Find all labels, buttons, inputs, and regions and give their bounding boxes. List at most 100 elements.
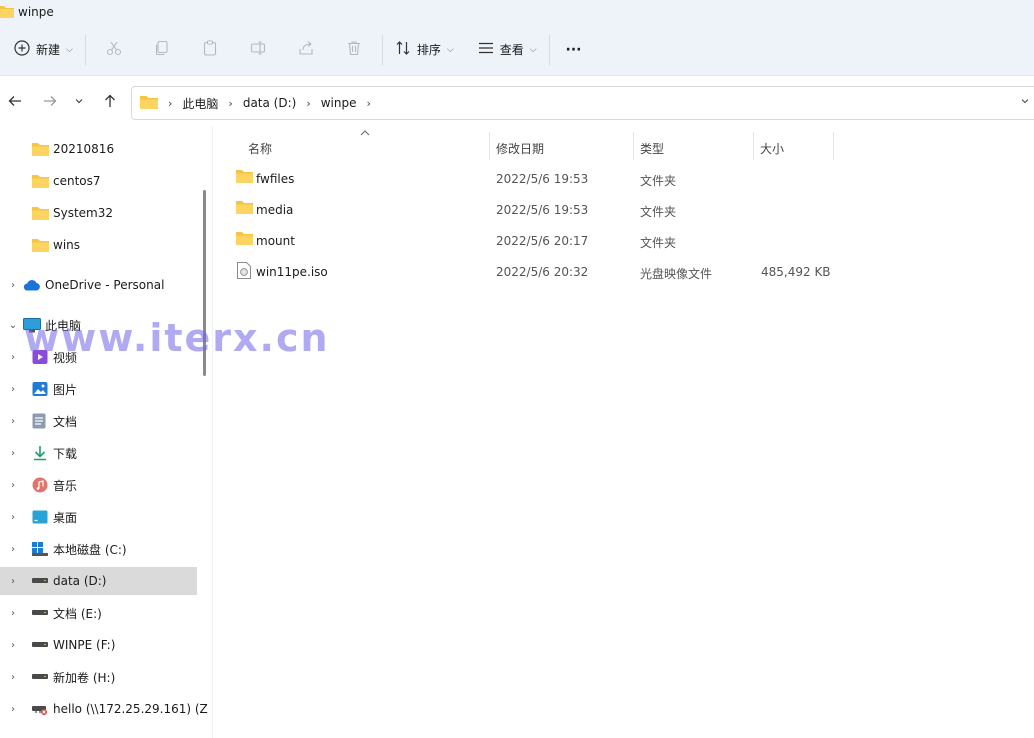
delete-button[interactable]: [330, 32, 378, 68]
file-list: 名称 修改日期 类型 大小 fwfiles 2022/5/6 19:53 文件夹…: [214, 126, 1034, 738]
chevron-right-icon[interactable]: ›: [6, 352, 20, 363]
chevron-right-icon[interactable]: ›: [6, 640, 20, 651]
share-button[interactable]: [282, 32, 330, 68]
sidebar-item-documents[interactable]: › 文档: [0, 407, 197, 435]
drive-icon: [32, 674, 48, 680]
folder-icon: [32, 174, 49, 188]
address-bar[interactable]: › 此电脑 › data (D:) › winpe ›: [131, 86, 1034, 120]
up-button[interactable]: [95, 87, 125, 117]
column-divider[interactable]: [833, 132, 834, 160]
sidebar-item-network-z[interactable]: › hello (\\172.25.29.161) (Z: [0, 695, 208, 723]
chevron-right-icon[interactable]: ›: [6, 448, 20, 459]
desktop-icon: [32, 510, 48, 524]
drive-icon: [32, 610, 48, 616]
file-date: 2022/5/6 19:53: [496, 203, 589, 217]
sidebar-item-pictures[interactable]: › 图片: [0, 375, 197, 403]
sidebar-item-label: wins: [53, 238, 81, 252]
column-divider[interactable]: [489, 132, 490, 160]
sidebar-item-onedrive[interactable]: › OneDrive - Personal: [0, 271, 197, 299]
file-name: media: [256, 203, 294, 217]
sidebar-item-label: 桌面: [53, 510, 78, 525]
folder-icon: [236, 170, 253, 186]
chevron-right-icon[interactable]: ›: [6, 280, 20, 291]
breadcrumb-data-drive[interactable]: data (D:): [243, 96, 297, 110]
new-button[interactable]: 新建 ⌵: [6, 32, 81, 68]
breadcrumb-chevron-icon[interactable]: ›: [367, 97, 371, 110]
title-bar: winpe: [0, 0, 1034, 24]
chevron-right-icon[interactable]: ›: [6, 512, 20, 523]
rename-button[interactable]: [234, 32, 282, 68]
sidebar-item-videos[interactable]: › 视频: [0, 343, 197, 371]
sidebar-item-local-disk-c[interactable]: › 本地磁盘 (C:): [0, 535, 197, 563]
column-header-size[interactable]: 大小: [760, 134, 832, 162]
recent-locations-button[interactable]: [66, 87, 92, 117]
arrow-up-icon: [103, 94, 117, 111]
back-button[interactable]: [0, 87, 30, 117]
sidebar-item-label: System32: [53, 206, 114, 220]
file-type: 文件夹: [640, 174, 677, 188]
breadcrumb-chevron-icon[interactable]: ›: [228, 97, 232, 110]
breadcrumb-chevron-icon: ›: [168, 96, 173, 110]
chevron-down-icon: ⌵: [529, 44, 537, 55]
sidebar-item-desktop[interactable]: › 桌面: [0, 503, 197, 531]
forward-button[interactable]: [35, 87, 65, 117]
column-divider[interactable]: [753, 132, 754, 160]
view-button[interactable]: 查看 ⌵: [470, 32, 545, 68]
chevron-down-icon[interactable]: ⌄: [6, 320, 20, 331]
paste-button[interactable]: [186, 32, 234, 68]
copy-button[interactable]: [138, 32, 186, 68]
file-date: 2022/5/6 20:17: [496, 234, 589, 248]
chevron-right-icon[interactable]: ›: [6, 576, 20, 587]
file-row[interactable]: mount 2022/5/6 20:17 文件夹: [228, 226, 848, 256]
copy-icon: [154, 40, 170, 59]
sidebar-item-centos7[interactable]: centos7: [0, 167, 197, 195]
column-header-type[interactable]: 类型: [640, 134, 752, 162]
sidebar-item-downloads[interactable]: › 下载: [0, 439, 197, 467]
chevron-right-icon[interactable]: ›: [6, 672, 20, 683]
sidebar-item-label: hello (\\172.25.29.161) (Z: [53, 702, 208, 716]
file-date: 2022/5/6 19:53: [496, 172, 589, 186]
chevron-right-icon[interactable]: ›: [6, 704, 20, 715]
sidebar-item-new-volume-h[interactable]: › 新加卷 (H:): [0, 663, 197, 691]
file-name: win11pe.iso: [256, 265, 328, 279]
chevron-down-icon: [74, 95, 84, 109]
file-row[interactable]: win11pe.iso 2022/5/6 20:32 光盘映像文件 485,49…: [228, 257, 848, 287]
file-type: 光盘映像文件: [640, 267, 713, 281]
file-row[interactable]: media 2022/5/6 19:53 文件夹: [228, 195, 848, 225]
sidebar-item-music[interactable]: › 音乐: [0, 471, 197, 499]
breadcrumb-winpe[interactable]: winpe: [321, 96, 357, 110]
chevron-right-icon[interactable]: ›: [6, 608, 20, 619]
sidebar-item-label: 下载: [53, 446, 78, 461]
cut-button[interactable]: [90, 32, 138, 68]
breadcrumb-chevron-icon[interactable]: ›: [306, 97, 310, 110]
sidebar-item-this-pc[interactable]: ⌄ 此电脑: [0, 311, 197, 339]
chevron-right-icon[interactable]: ›: [6, 544, 20, 555]
breadcrumb-this-pc[interactable]: 此电脑: [182, 95, 218, 112]
sidebar-scrollbar[interactable]: [203, 190, 206, 376]
sidebar-item-wins[interactable]: wins: [0, 231, 197, 259]
folder-icon: [140, 95, 158, 112]
chevron-right-icon[interactable]: ›: [6, 384, 20, 395]
more-options-icon: ···: [565, 41, 582, 58]
navigation-pane: 20210816 centos7 System32 wins › OneDriv…: [0, 126, 213, 738]
column-header-name[interactable]: 名称: [248, 134, 488, 162]
address-history-dropdown-icon[interactable]: [1020, 96, 1030, 109]
video-icon: [32, 349, 48, 365]
chevron-right-icon[interactable]: ›: [6, 480, 20, 491]
view-label: 查看: [499, 43, 524, 57]
clipboard-icon: [202, 40, 218, 59]
sidebar-item-20210816[interactable]: 20210816: [0, 135, 197, 163]
more-button[interactable]: ···: [554, 32, 594, 68]
separator: [84, 34, 86, 65]
sidebar-item-system32[interactable]: System32: [0, 199, 197, 227]
column-header-label: 修改日期: [496, 141, 545, 156]
column-divider[interactable]: [633, 132, 634, 160]
file-row[interactable]: fwfiles 2022/5/6 19:53 文件夹: [228, 164, 848, 194]
chevron-right-icon[interactable]: ›: [6, 416, 20, 427]
sidebar-item-documents-e[interactable]: › 文档 (E:): [0, 599, 197, 627]
column-header-date[interactable]: 修改日期: [496, 134, 632, 162]
sort-button[interactable]: 排序 ⌵: [387, 32, 462, 68]
sidebar-item-winpe-f[interactable]: › WINPE (F:): [0, 631, 197, 659]
sidebar-item-data-d[interactable]: › data (D:): [0, 567, 197, 595]
sort-icon: [395, 40, 411, 59]
